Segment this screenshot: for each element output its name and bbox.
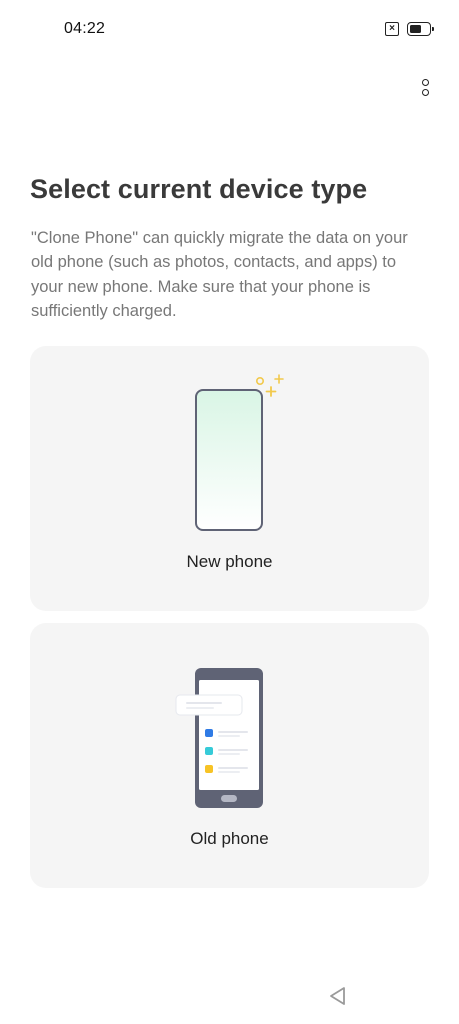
new-phone-illustration xyxy=(195,374,284,531)
page-title: Select current device type xyxy=(30,174,368,204)
new-phone-option[interactable]: New phone xyxy=(30,346,429,611)
more-vertical-icon xyxy=(421,78,429,86)
old-phone-illustration xyxy=(175,668,263,808)
battery-icon xyxy=(407,22,434,36)
more-options-button[interactable] xyxy=(410,70,440,104)
new-phone-label: New phone xyxy=(186,552,273,571)
page-description: "Clone Phone" can quickly migrate the da… xyxy=(31,229,408,320)
sim-disabled-icon: × xyxy=(385,22,399,36)
status-bar: 04:22 × xyxy=(0,0,459,58)
back-nav-icon[interactable] xyxy=(327,985,349,1007)
old-phone-option[interactable]: Old phone xyxy=(30,623,429,888)
old-phone-label: Old phone xyxy=(190,829,269,848)
status-time: 04:22 xyxy=(64,20,106,37)
status-icons: × xyxy=(385,22,434,36)
